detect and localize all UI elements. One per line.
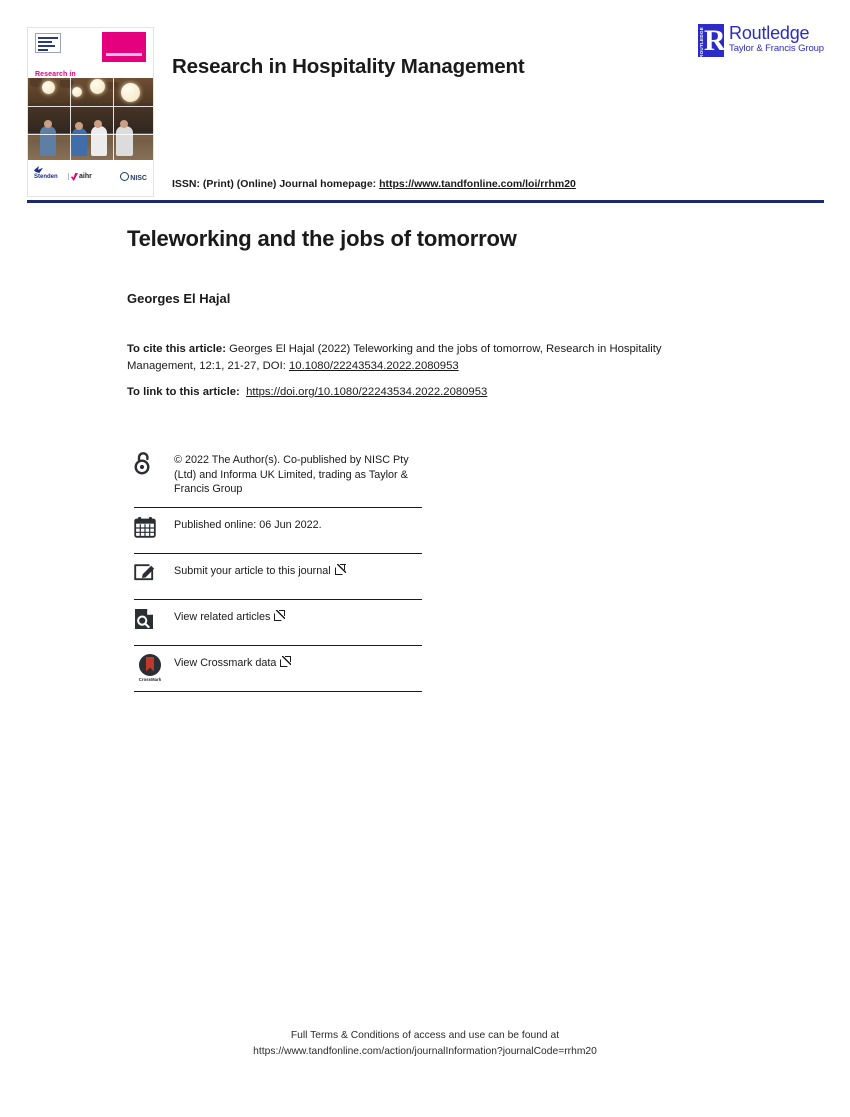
issn-label: ISSN: (Print) (Online) Journal homepage: (172, 178, 377, 190)
issn-line: ISSN: (Print) (Online) Journal homepage:… (172, 178, 576, 190)
calendar-icon-cell (134, 508, 174, 538)
article-link-label: To link to this article: (127, 386, 240, 398)
info-row-copyright: © 2022 The Author(s). Co-published by NI… (134, 449, 422, 508)
crossmark-icon-label: CrossMark (138, 676, 162, 682)
info-row-published-online: Published online: 06 Jun 2022. (134, 508, 422, 554)
info-row-submit-article[interactable]: Submit your article to this journal (134, 554, 422, 600)
cover-photo (28, 78, 153, 162)
document-search-icon-cell (134, 600, 174, 630)
routledge-tagline: Taylor & Francis Group (729, 43, 824, 54)
masthead-divider (27, 200, 824, 203)
cover-magenta-block (102, 32, 146, 62)
aihr-logo-icon: aihr (68, 173, 92, 181)
submit-article-label: Submit your article to this journal (174, 564, 331, 577)
routledge-mark-letter: R (704, 24, 726, 57)
citation-block: To cite this article: Georges El Hajal (… (127, 341, 707, 374)
masthead: Research in Hospitality Management Stend… (0, 0, 850, 200)
related-articles-label: View related articles (174, 610, 271, 623)
info-row-related-articles[interactable]: View related articles (134, 600, 422, 646)
article-doi-url[interactable]: https://doi.org/10.1080/22243534.2022.20… (246, 386, 487, 398)
open-access-icon-cell (134, 449, 174, 475)
cover-partner-logos: Stenden aihr NISC (28, 160, 153, 196)
footer: Full Terms & Conditions of access and us… (0, 1028, 850, 1060)
external-link-icon (280, 655, 292, 667)
stenden-logo-icon: Stenden (34, 166, 58, 180)
nisc-logo-icon: NISC (120, 172, 147, 182)
routledge-mark-icon: ROUTLEDGE R (698, 24, 726, 58)
crossmark-text[interactable]: View Crossmark data (174, 646, 292, 681)
routledge-name: Routledge (729, 23, 810, 43)
document-search-icon (135, 608, 153, 629)
journal-name: Research in Hospitality Management (172, 55, 525, 78)
pencil-square-icon (134, 563, 155, 580)
footer-line-1: Full Terms & Conditions of access and us… (290, 1030, 560, 1041)
footer-line-2[interactable]: https://www.tandfonline.com/action/journ… (0, 1044, 850, 1060)
crossmark-icon (139, 653, 161, 676)
crossmark-icon-cell: CrossMark (134, 646, 174, 682)
nhl-stenden-logo-icon (35, 33, 61, 53)
external-link-icon (274, 609, 286, 621)
citation-label: To cite this article: (127, 343, 226, 355)
journal-homepage-link[interactable]: https://www.tandfonline.com/loi/rrhm20 (379, 178, 576, 190)
published-online-text: Published online: 06 Jun 2022. (174, 518, 322, 531)
crossmark-label: View Crossmark data (174, 656, 277, 669)
related-articles-text[interactable]: View related articles (174, 600, 286, 635)
open-access-icon (134, 452, 150, 475)
copyright-text: © 2022 The Author(s). Co-published by NI… (174, 454, 409, 495)
citation-doi-link[interactable]: 10.1080/22243534.2022.2080953 (289, 360, 459, 372)
info-row-crossmark[interactable]: CrossMark View Crossmark data (134, 646, 422, 692)
journal-cover-thumbnail[interactable]: Research in Hospitality Management Stend… (27, 27, 154, 197)
article-info-rows: © 2022 The Author(s). Co-published by NI… (134, 449, 422, 692)
submit-article-text[interactable]: Submit your article to this journal (174, 554, 346, 589)
article-link-block: To link to this article: https://doi.org… (127, 384, 487, 401)
article-author: Georges El Hajal (127, 291, 231, 306)
cover-title-line1: Research in (35, 71, 76, 78)
article-title: Teleworking and the jobs of tomorrow (127, 226, 517, 251)
pencil-square-icon-cell (134, 554, 174, 582)
calendar-icon (134, 516, 156, 538)
external-link-icon (334, 563, 346, 575)
routledge-logo[interactable]: ROUTLEDGE R Routledge Taylor & Francis G… (698, 24, 824, 60)
